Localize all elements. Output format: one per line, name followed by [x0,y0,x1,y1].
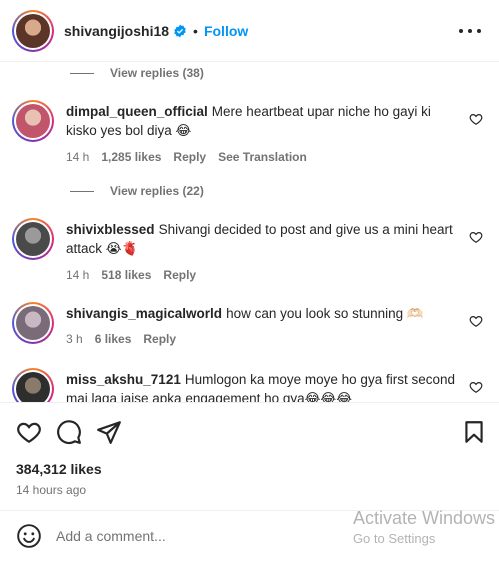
emoji-icon[interactable] [16,523,42,549]
comment-reply-button[interactable]: Reply [163,268,196,282]
comment-avatar-image [16,372,50,402]
comment-avatar-inner [14,370,52,402]
follow-button[interactable]: Follow [204,23,248,39]
comment-avatar-inner [14,304,52,342]
comment-meta: 3 h 6 likes Reply [66,332,176,346]
comment-avatar[interactable] [12,100,54,142]
comment-body: miss_akshu_7121 Humlogon ka moye moye ho … [66,370,456,402]
comment-input[interactable] [56,528,396,544]
replies-divider-line [70,190,94,192]
comment-username[interactable]: shivixblessed [66,222,155,237]
comment-username[interactable]: dimpal_queen_official [66,104,208,119]
bookmark-icon[interactable] [461,419,487,445]
comment-likes[interactable]: 1,285 likes [101,150,161,164]
author-username[interactable]: shivangijoshi18 [64,23,169,39]
view-replies-button[interactable]: View replies (38) [70,66,204,80]
comment-reply-button[interactable]: Reply [173,150,206,164]
comment-time[interactable]: 3 h [66,332,83,346]
comment-like-heart-icon[interactable] [469,314,483,328]
view-replies-label: View replies (22) [110,184,204,198]
comment-time[interactable]: 14 h [66,268,89,282]
comments-list[interactable]: View replies (38) dimpal_queen_official M… [0,62,499,402]
comment-body: dimpal_queen_official Mere heartbeat upar… [66,102,456,140]
comment-avatar-image [16,306,50,340]
author-avatar[interactable] [12,9,54,52]
post-likes-count[interactable]: 384,312 likes [16,461,102,477]
comment-avatar-image [16,222,50,256]
comment-like-heart-icon[interactable] [469,112,483,126]
comment-avatar[interactable] [12,368,54,402]
comment-avatar[interactable] [12,302,54,344]
comment-text: how can you look so stunning 🫶🏻 [226,306,424,321]
comment-like-heart-icon[interactable] [469,230,483,244]
comment-username[interactable]: miss_akshu_7121 [66,372,181,387]
comment-username[interactable]: shivangis_magicalworld [66,306,222,321]
comment-meta: 14 h 518 likes Reply [66,268,196,282]
view-replies-button[interactable]: View replies (22) [70,184,204,198]
share-icon[interactable] [96,419,122,445]
comment-likes[interactable]: 6 likes [95,332,132,346]
comment-like-heart-icon[interactable] [469,380,483,394]
comment-reply-button[interactable]: Reply [143,332,176,346]
comment-body: shivixblessed Shivangi decided to post an… [66,220,456,258]
comment-time[interactable]: 14 h [66,150,89,164]
comment-likes[interactable]: 518 likes [101,268,151,282]
author-avatar-image [16,13,50,48]
post-timestamp[interactable]: 14 hours ago [16,483,86,497]
more-options-icon[interactable] [459,22,481,40]
post-actions: 384,312 likes 14 hours ago [0,402,499,514]
comment-avatar-inner [14,220,52,258]
comment-avatar-inner [14,102,52,140]
post-header: shivangijoshi18 • Follow [0,0,499,62]
verified-badge-icon [174,24,186,37]
comment-icon[interactable] [56,419,82,445]
add-comment-bar [0,510,499,561]
comment-body: shivangis_magicalworld how can you look s… [66,304,456,323]
see-translation-button[interactable]: See Translation [218,150,307,164]
replies-divider-line [70,72,94,74]
comment-avatar[interactable] [12,218,54,260]
comment-meta: 14 h 1,285 likes Reply See Translation [66,150,307,164]
author-avatar-inner [14,11,52,50]
view-replies-label: View replies (38) [110,66,204,80]
header-separator: • [193,22,198,39]
heart-icon[interactable] [16,419,42,445]
comment-avatar-image [16,104,50,138]
